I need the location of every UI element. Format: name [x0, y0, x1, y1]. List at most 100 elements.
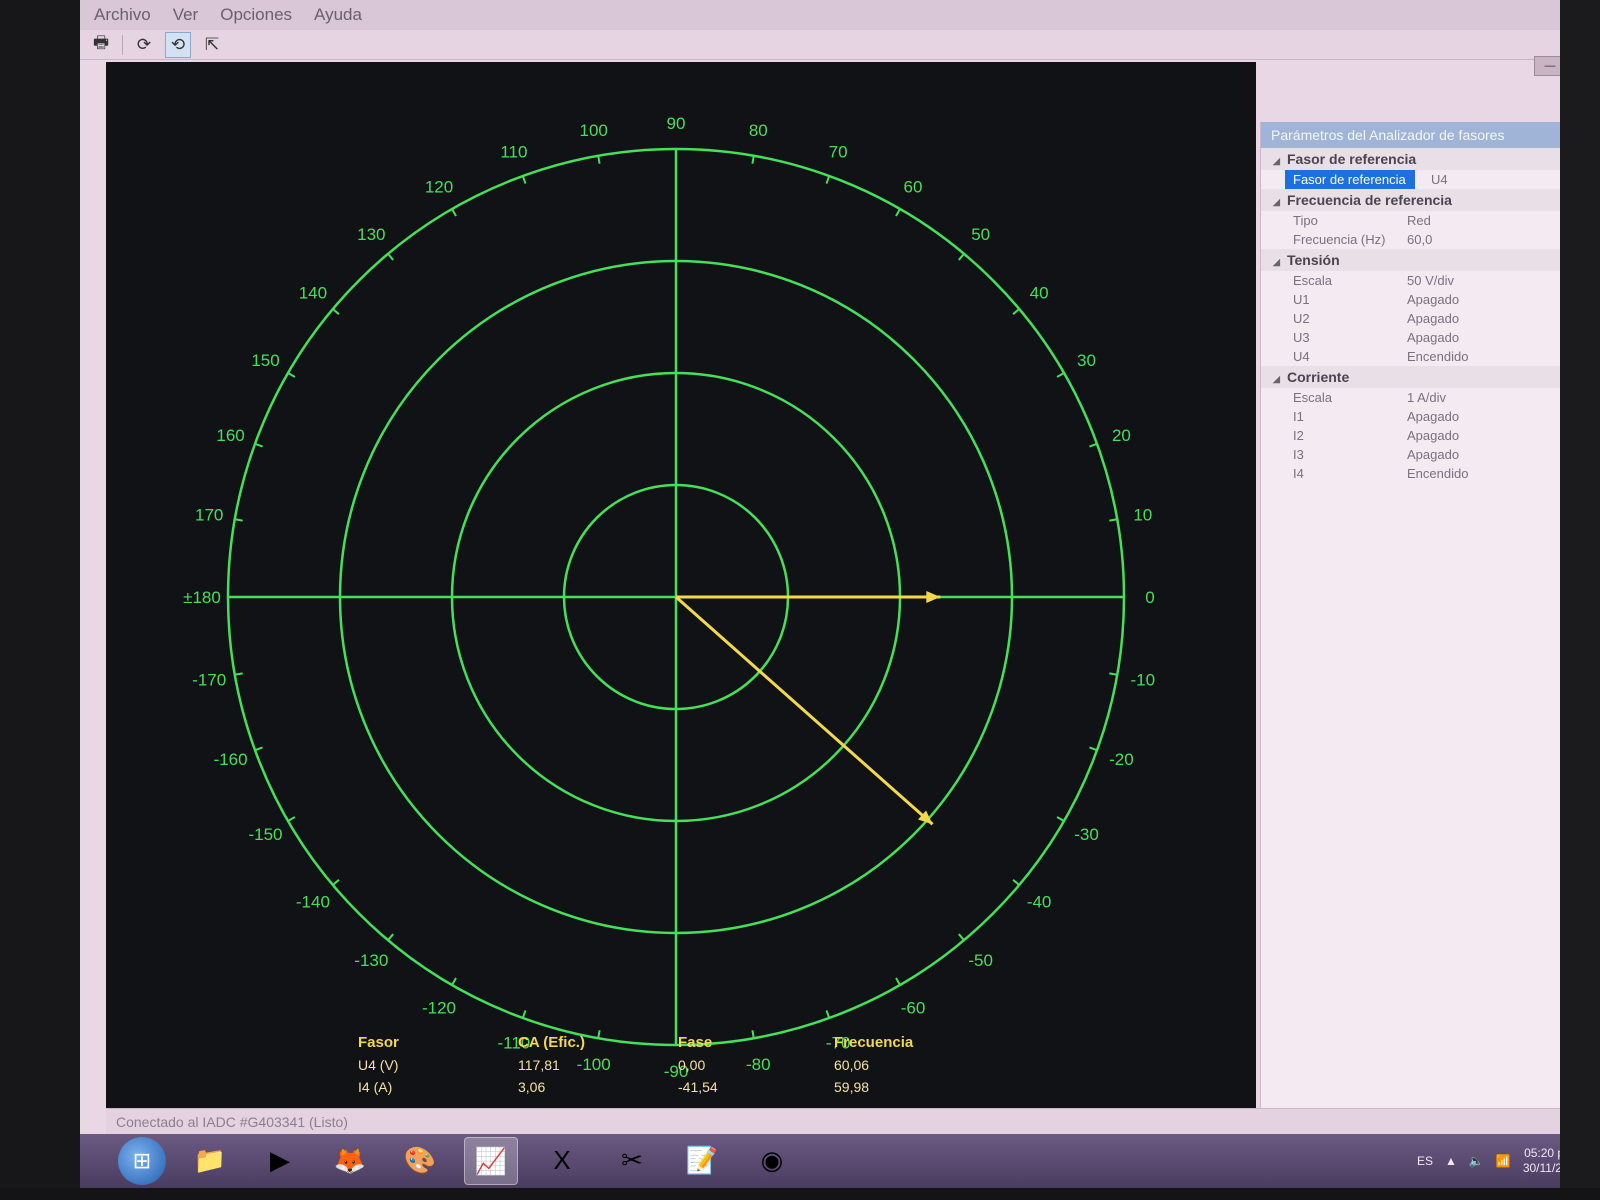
angle-label: 170	[195, 506, 223, 525]
language-indicator[interactable]: ES	[1417, 1154, 1433, 1168]
printer-icon[interactable]: 🖶	[88, 32, 114, 58]
angle-tick	[521, 1010, 527, 1019]
phasor-diagram: ±180170160150140130120110100 90 8070605040…	[183, 114, 1156, 1095]
angle-tick	[751, 155, 755, 164]
angle-label: -100	[577, 1055, 611, 1074]
property-row[interactable]: U2 Apagado	[1261, 309, 1600, 328]
table-cell: 59,98	[834, 1079, 869, 1095]
angle-tick	[895, 208, 901, 217]
snipping-icon[interactable]: ✂	[606, 1137, 658, 1183]
properties-panel: Parámetros del Analizador de fasores ◢ Fa…	[1260, 122, 1600, 1112]
status-text: Conectado al IADC #G403341 (Listo)	[116, 1114, 348, 1130]
media-player-icon[interactable]: ▶	[254, 1137, 306, 1183]
taskbar-apps: 📁 ▶ 🦊 🎨 📈 X ✂ 📝 ◉	[166, 1137, 798, 1185]
volume-icon[interactable]: 🔈	[1469, 1154, 1484, 1168]
angle-label: -120	[422, 998, 456, 1017]
category-header[interactable]: ◢ Corriente	[1261, 366, 1600, 388]
property-name: Fasor de referencia	[1285, 170, 1415, 189]
excel-icon[interactable]: X	[536, 1137, 588, 1183]
angle-label: 160	[216, 426, 244, 445]
paint-icon[interactable]: 🎨	[394, 1137, 446, 1183]
property-name: U1	[1293, 292, 1310, 307]
category-title: Tensión	[1287, 252, 1340, 268]
angle-label: -10	[1131, 670, 1156, 689]
tray-expand-icon[interactable]: ▲	[1445, 1154, 1457, 1168]
table-header: CA (Efic.)	[518, 1034, 585, 1051]
category-header[interactable]: ◢ Fasor de referencia	[1261, 148, 1600, 170]
property-row[interactable]: U1 Apagado	[1261, 290, 1600, 309]
menu-archivo[interactable]: Archivo	[86, 3, 159, 27]
angle-tick	[254, 746, 263, 752]
angle-label: 0	[1145, 588, 1154, 607]
folder-icon[interactable]: 📁	[184, 1137, 236, 1183]
cursor-icon[interactable]: ⇱	[199, 32, 225, 58]
angle-tick	[387, 933, 394, 941]
property-row[interactable]: U4 Encendido	[1261, 347, 1600, 366]
menu-ver[interactable]: Ver	[165, 3, 207, 27]
angle-label: 130	[357, 225, 385, 244]
angle-tick	[1056, 372, 1065, 378]
notepad-icon[interactable]: 📝	[676, 1137, 728, 1183]
menu-ayuda[interactable]: Ayuda	[306, 3, 370, 27]
property-row[interactable]: U3 Apagado	[1261, 328, 1600, 347]
phasor-arrowhead	[926, 591, 941, 603]
property-row[interactable]: Tipo Red	[1261, 211, 1600, 230]
toolbar: 🖶 ⟳ ⟲ ⇱	[80, 30, 1600, 60]
table-cell: 0,00	[678, 1057, 705, 1073]
property-row[interactable]: I4 Encendido	[1261, 464, 1600, 483]
property-name: Tipo	[1293, 213, 1318, 228]
property-row[interactable]: Fasor de referencia U4	[1261, 170, 1600, 189]
property-row[interactable]: I1 Apagado	[1261, 407, 1600, 426]
property-name: I4	[1293, 466, 1304, 481]
angle-tick	[387, 253, 394, 261]
property-name: U3	[1293, 330, 1310, 345]
start-button[interactable]: ⊞	[118, 1137, 166, 1185]
collapse-icon[interactable]: ◢	[1273, 251, 1287, 273]
angle-tick	[958, 933, 965, 941]
auto-refresh-icon[interactable]: ⟲	[165, 31, 191, 58]
phasor-app-icon[interactable]: 📈	[464, 1137, 518, 1185]
chrome-icon[interactable]: ◉	[746, 1137, 798, 1183]
category-title: Fasor de referencia	[1287, 151, 1417, 167]
property-row[interactable]: Escala 50 V/div	[1261, 271, 1600, 290]
angle-tick	[958, 253, 965, 261]
collapse-icon[interactable]: ◢	[1273, 191, 1287, 213]
table-cell: -41,54	[678, 1079, 718, 1095]
collapse-icon[interactable]: ◢	[1273, 368, 1287, 390]
table-header: Fasor	[358, 1034, 399, 1051]
menu-opciones[interactable]: Opciones	[212, 3, 300, 27]
table-cell: U4 (V)	[358, 1057, 398, 1073]
refresh-icon[interactable]: ⟳	[131, 32, 157, 58]
angle-tick	[254, 442, 263, 448]
status-bar: Conectado al IADC #G403341 (Listo)	[106, 1108, 1600, 1134]
angle-label: -130	[354, 951, 388, 970]
property-row[interactable]: Frecuencia (Hz) 60,0	[1261, 230, 1600, 249]
angle-label: -80	[746, 1055, 771, 1074]
angle-label: 60	[904, 178, 923, 197]
angle-label: -30	[1074, 825, 1099, 844]
category-header[interactable]: ◢ Tensión	[1261, 249, 1600, 271]
network-icon[interactable]: 📶	[1496, 1154, 1511, 1168]
angle-tick	[1109, 518, 1118, 522]
angle-tick	[287, 372, 296, 378]
property-row[interactable]: Escala 1 A/div	[1261, 388, 1600, 407]
property-row[interactable]: I2 Apagado	[1261, 426, 1600, 445]
angle-tick	[1109, 672, 1118, 676]
firefox-icon[interactable]: 🦊	[324, 1137, 376, 1183]
angle-tick	[597, 1030, 601, 1039]
property-name: I3	[1293, 447, 1304, 462]
table-cell: I4 (A)	[358, 1079, 392, 1095]
monitor-bezel-bottom	[0, 1188, 1600, 1200]
angle-label: -140	[296, 893, 330, 912]
phasor-arrow-line	[675, 595, 934, 826]
angle-tick	[521, 175, 527, 184]
category-title: Corriente	[1287, 369, 1350, 385]
category-header[interactable]: ◢ Frecuencia de referencia	[1261, 189, 1600, 211]
property-row[interactable]: I3 Apagado	[1261, 445, 1600, 464]
angle-tick	[332, 308, 340, 315]
angle-tick	[1012, 308, 1020, 315]
collapse-icon[interactable]: ◢	[1273, 150, 1287, 172]
angle-tick	[751, 1030, 755, 1039]
monitor-bezel-left	[0, 0, 80, 1200]
screen: Archivo Ver Opciones Ayuda 🖶 ⟳ ⟲ ⇱ — ❐ ±…	[80, 0, 1600, 1188]
